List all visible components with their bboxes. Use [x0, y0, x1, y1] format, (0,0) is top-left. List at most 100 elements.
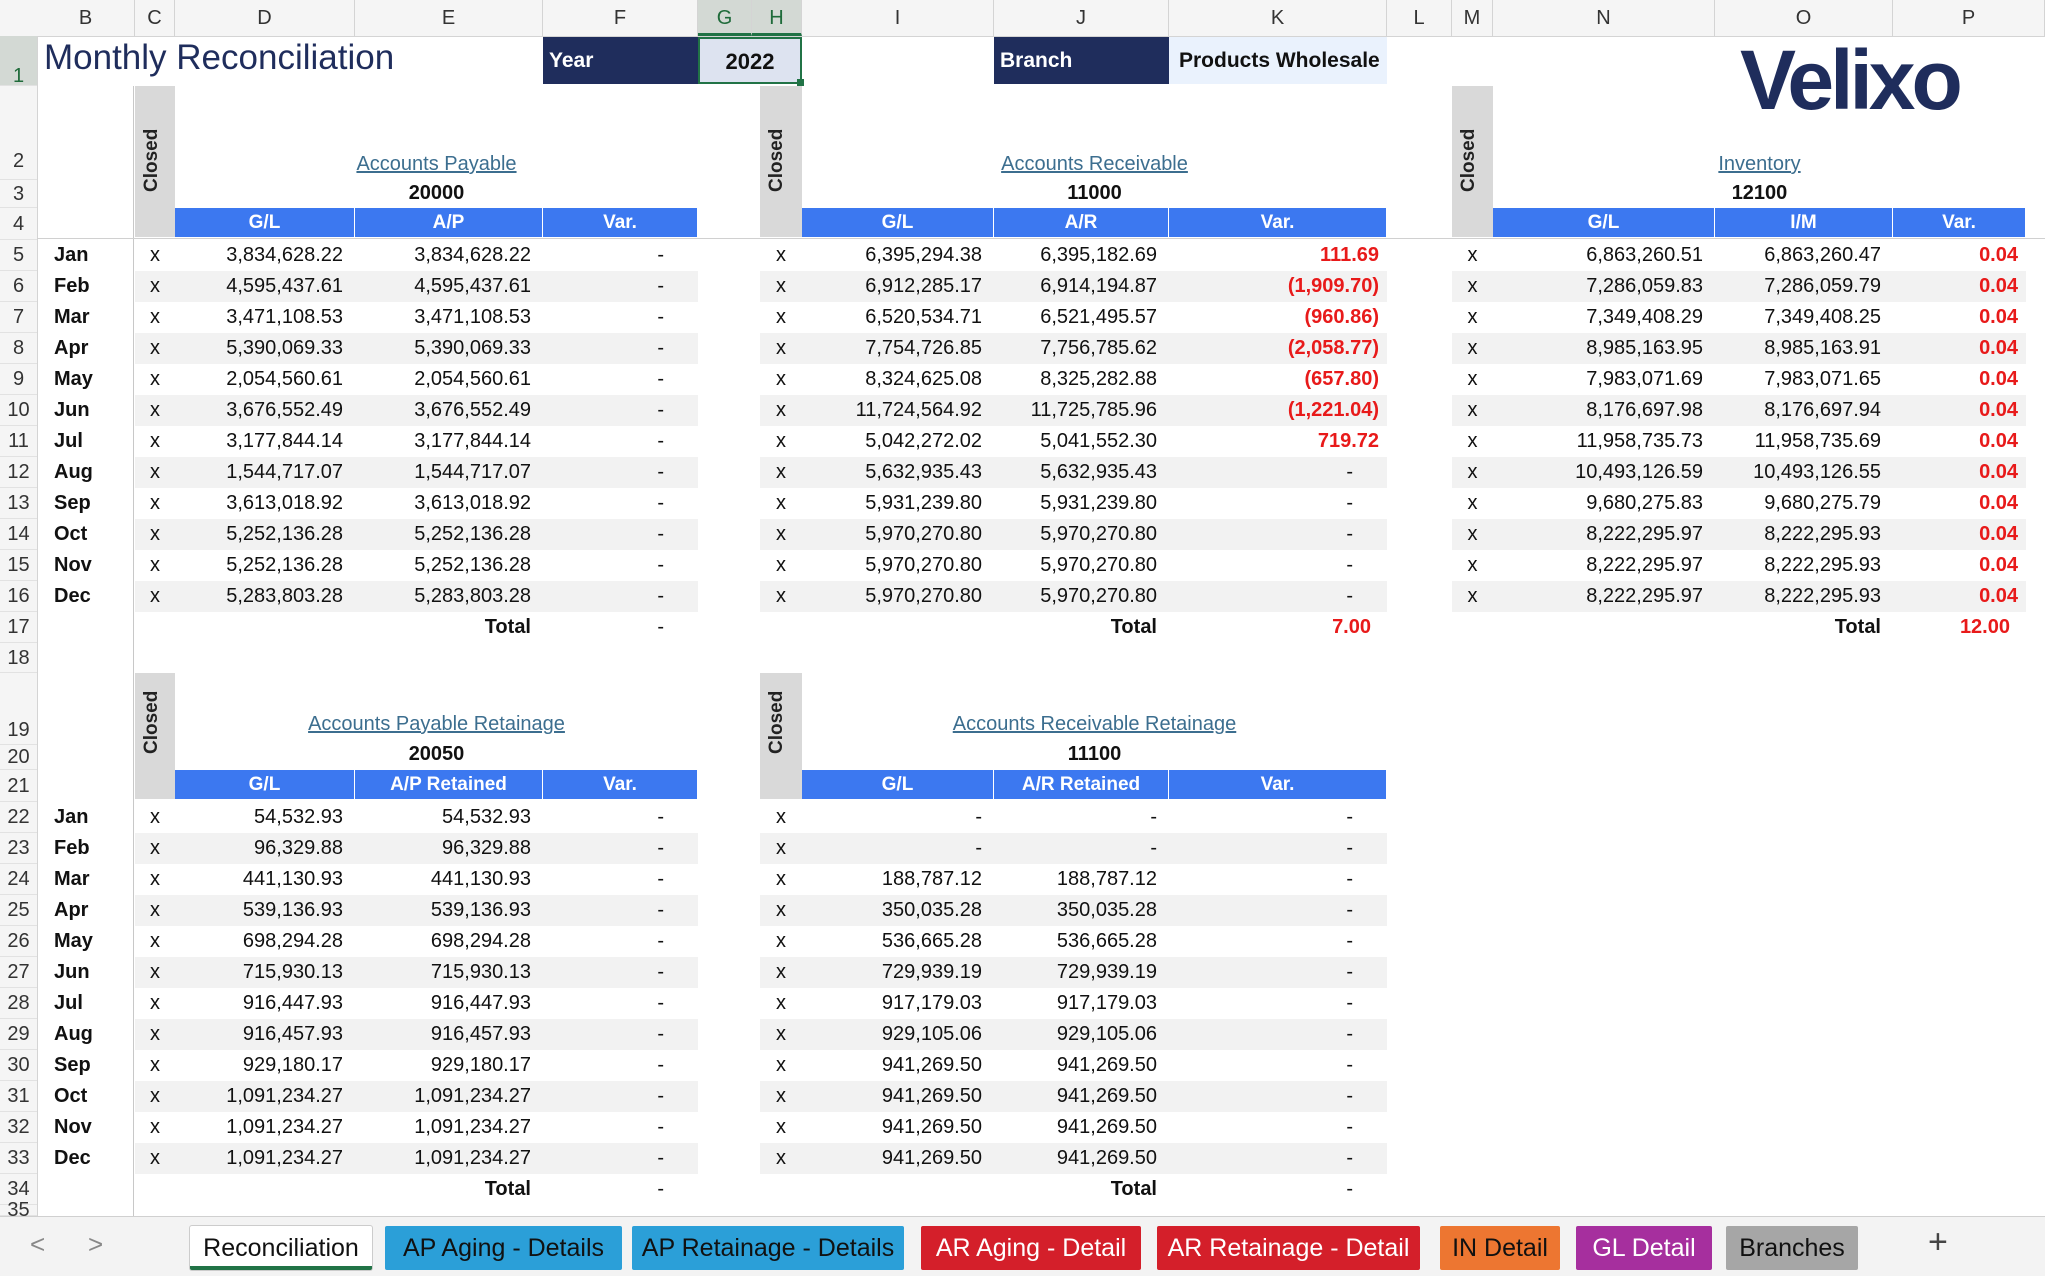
inv-closed-mark[interactable]: x: [1452, 244, 1493, 267]
row-header-32[interactable]: 32: [0, 1112, 37, 1143]
ar-closed-mark[interactable]: x: [760, 492, 802, 515]
arr-closed-mark[interactable]: x: [760, 837, 802, 860]
sheet-tab-ar-aging-detail[interactable]: AR Aging - Detail: [921, 1226, 1141, 1270]
ar-col-header-1[interactable]: A/R: [994, 208, 1169, 237]
column-header-j[interactable]: J: [994, 0, 1169, 36]
sheet-tab-ar-retainage-detail[interactable]: AR Retainage - Detail: [1157, 1226, 1420, 1270]
ap-closed-mark[interactable]: x: [135, 492, 175, 515]
ar-closed-mark[interactable]: x: [760, 523, 802, 546]
row-header-8[interactable]: 8: [0, 333, 37, 364]
apr-title-link[interactable]: Accounts Payable Retainage: [175, 713, 698, 736]
column-header-b[interactable]: B: [37, 0, 135, 36]
column-header-f[interactable]: F: [543, 0, 698, 36]
row-header-17[interactable]: 17: [0, 612, 37, 643]
inv-closed-mark[interactable]: x: [1452, 306, 1493, 329]
row-header-24[interactable]: 24: [0, 864, 37, 895]
row-header-3[interactable]: 3: [0, 180, 37, 208]
next-sheet-button[interactable]: >: [88, 1229, 103, 1260]
inv-closed-mark[interactable]: x: [1452, 368, 1493, 391]
ar-closed-mark[interactable]: x: [760, 306, 802, 329]
arr-closed-mark[interactable]: x: [760, 1116, 802, 1139]
inv-col-header-2[interactable]: Var.: [1893, 208, 2026, 237]
ap-closed-mark[interactable]: x: [135, 399, 175, 422]
ar-col-header-2[interactable]: Var.: [1169, 208, 1387, 237]
ar-closed-mark[interactable]: x: [760, 461, 802, 484]
apr-closed-mark[interactable]: x: [135, 1023, 175, 1046]
inv-closed-mark[interactable]: x: [1452, 554, 1493, 577]
ar-closed-mark[interactable]: x: [760, 368, 802, 391]
arr-closed-mark[interactable]: x: [760, 868, 802, 891]
apr-col-header-0[interactable]: G/L: [175, 770, 355, 799]
ar-closed-mark[interactable]: x: [760, 337, 802, 360]
inv-closed-mark[interactable]: x: [1452, 492, 1493, 515]
row-header-35[interactable]: 35: [0, 1200, 37, 1220]
row-header-10[interactable]: 10: [0, 395, 37, 426]
column-header-i[interactable]: I: [802, 0, 994, 36]
row-header-27[interactable]: 27: [0, 957, 37, 988]
apr-col-header-1[interactable]: A/P Retained: [355, 770, 543, 799]
ap-col-header-0[interactable]: G/L: [175, 208, 355, 237]
row-header-19[interactable]: 19: [0, 673, 37, 745]
arr-col-header-1[interactable]: A/R Retained: [994, 770, 1169, 799]
arr-col-header-0[interactable]: G/L: [802, 770, 994, 799]
arr-closed-mark[interactable]: x: [760, 961, 802, 984]
column-header-c[interactable]: C: [135, 0, 175, 36]
row-header-20[interactable]: 20: [0, 745, 37, 770]
row-header-1[interactable]: 1: [0, 36, 37, 87]
row-header-33[interactable]: 33: [0, 1143, 37, 1174]
row-header-15[interactable]: 15: [0, 550, 37, 581]
ar-closed-mark[interactable]: x: [760, 399, 802, 422]
inv-closed-mark[interactable]: x: [1452, 337, 1493, 360]
column-header-l[interactable]: L: [1387, 0, 1452, 36]
column-header-g[interactable]: G: [698, 0, 752, 36]
apr-closed-mark[interactable]: x: [135, 961, 175, 984]
inv-closed-mark[interactable]: x: [1452, 275, 1493, 298]
apr-closed-mark[interactable]: x: [135, 1116, 175, 1139]
ap-closed-mark[interactable]: x: [135, 585, 175, 608]
row-header-28[interactable]: 28: [0, 988, 37, 1019]
apr-closed-mark[interactable]: x: [135, 930, 175, 953]
ap-closed-mark[interactable]: x: [135, 244, 175, 267]
ap-closed-mark[interactable]: x: [135, 554, 175, 577]
ap-closed-mark[interactable]: x: [135, 430, 175, 453]
ar-title-link[interactable]: Accounts Receivable: [802, 153, 1387, 176]
ap-closed-mark[interactable]: x: [135, 523, 175, 546]
row-header-14[interactable]: 14: [0, 519, 37, 550]
sheet-tab-ap-aging-details[interactable]: AP Aging - Details: [385, 1226, 622, 1270]
apr-closed-mark[interactable]: x: [135, 1085, 175, 1108]
ap-closed-mark[interactable]: x: [135, 368, 175, 391]
row-header-5[interactable]: 5: [0, 240, 37, 271]
ap-closed-mark[interactable]: x: [135, 337, 175, 360]
row-header-4[interactable]: 4: [0, 208, 37, 240]
year-input[interactable]: 2022: [698, 37, 802, 84]
row-header-30[interactable]: 30: [0, 1050, 37, 1081]
ap-col-header-1[interactable]: A/P: [355, 208, 543, 237]
ap-title-link[interactable]: Accounts Payable: [175, 153, 698, 176]
inv-col-header-1[interactable]: I/M: [1715, 208, 1893, 237]
row-header-13[interactable]: 13: [0, 488, 37, 519]
row-header-2[interactable]: 2: [0, 86, 37, 180]
apr-closed-mark[interactable]: x: [135, 1147, 175, 1170]
row-header-23[interactable]: 23: [0, 833, 37, 864]
column-header-k[interactable]: K: [1169, 0, 1387, 36]
ap-col-header-2[interactable]: Var.: [543, 208, 698, 237]
fill-handle[interactable]: [797, 79, 804, 86]
apr-closed-mark[interactable]: x: [135, 868, 175, 891]
row-header-25[interactable]: 25: [0, 895, 37, 926]
column-header-n[interactable]: N: [1493, 0, 1715, 36]
inv-closed-mark[interactable]: x: [1452, 585, 1493, 608]
column-header-e[interactable]: E: [355, 0, 543, 36]
row-header-16[interactable]: 16: [0, 581, 37, 612]
column-header-m[interactable]: M: [1452, 0, 1493, 36]
row-header-29[interactable]: 29: [0, 1019, 37, 1050]
row-header-26[interactable]: 26: [0, 926, 37, 957]
arr-title-link[interactable]: Accounts Receivable Retainage: [802, 713, 1387, 736]
arr-closed-mark[interactable]: x: [760, 1085, 802, 1108]
row-header-6[interactable]: 6: [0, 271, 37, 302]
row-header-7[interactable]: 7: [0, 302, 37, 333]
row-header-31[interactable]: 31: [0, 1081, 37, 1112]
inv-title-link[interactable]: Inventory: [1493, 153, 2026, 176]
arr-closed-mark[interactable]: x: [760, 806, 802, 829]
branch-value[interactable]: Products Wholesale: [1169, 37, 1387, 84]
ar-closed-mark[interactable]: x: [760, 275, 802, 298]
